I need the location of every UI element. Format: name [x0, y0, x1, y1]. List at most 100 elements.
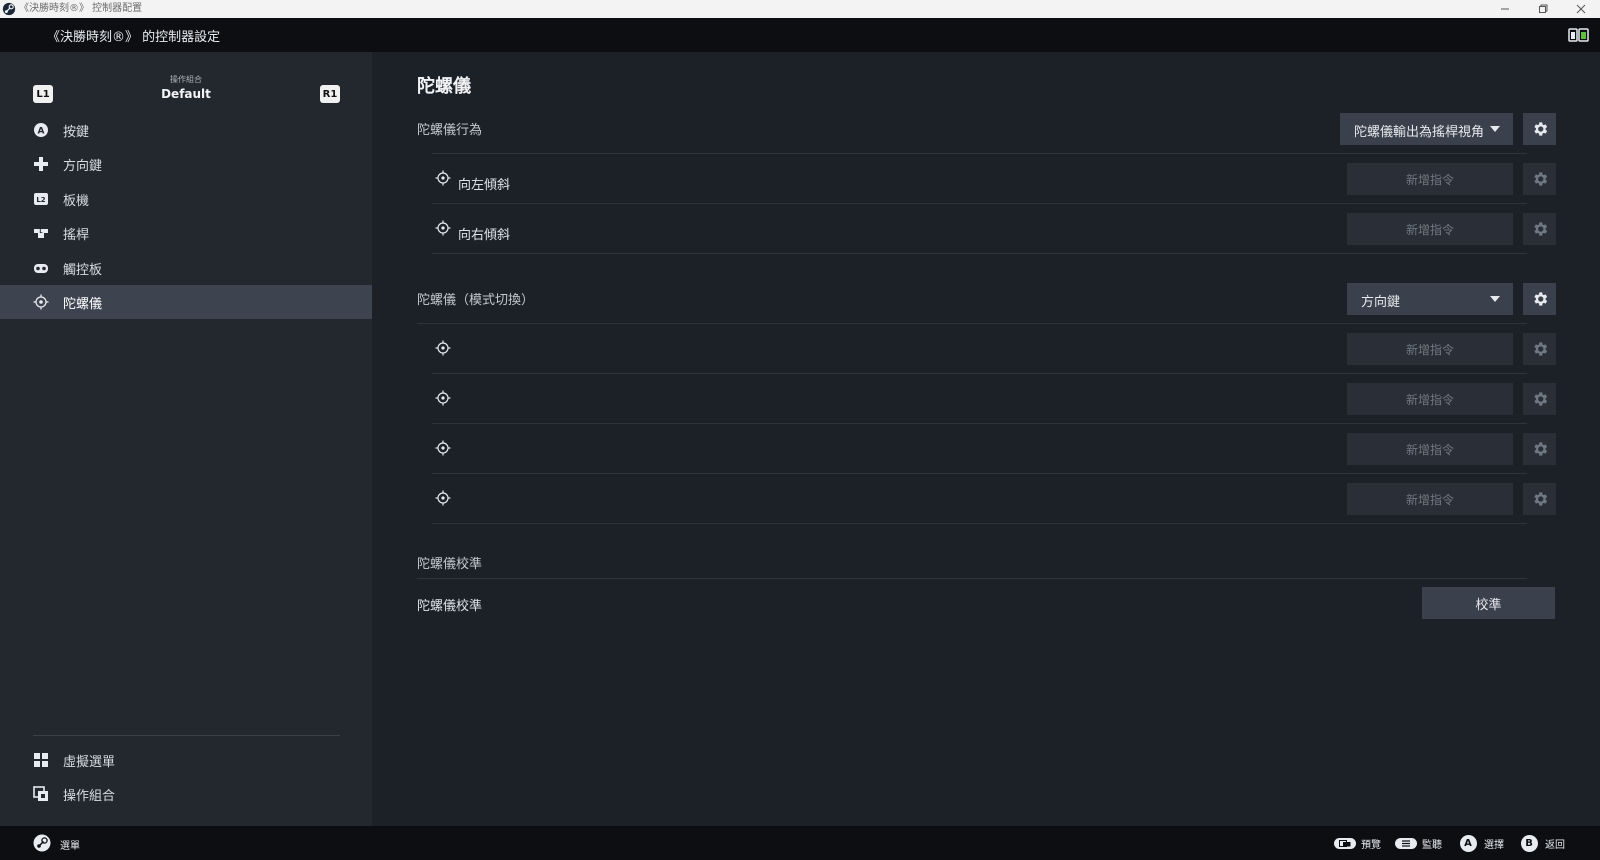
joystick-icon: L [33, 225, 49, 241]
row-settings-button[interactable] [1523, 383, 1556, 415]
gyro-mode-shift-label: 陀螺儀（模式切換） [417, 293, 535, 308]
sidebar-item-trackpads[interactable]: 觸控板 [0, 251, 372, 285]
menu-button-icon [1395, 837, 1417, 849]
sidebar-item-dpad[interactable]: 方向鍵 [0, 147, 372, 181]
page-title: 陀螺儀 [417, 76, 471, 97]
b-button-icon: B [1520, 834, 1538, 852]
gyro-icon [33, 294, 49, 310]
action-set-name[interactable]: Default [140, 87, 232, 101]
gyro-behavior-dropdown[interactable]: 陀螺儀輸出為搖桿視角 [1340, 113, 1513, 145]
hint-label: 返回 [1545, 839, 1565, 851]
gyro-icon [435, 170, 451, 186]
menu-label: 選單 [60, 841, 80, 852]
close-icon [1576, 4, 1586, 14]
hint-select[interactable]: A 選擇 [1456, 834, 1504, 852]
svg-text:A: A [38, 127, 45, 137]
sidebar-item-label: 方向鍵 [63, 158, 103, 174]
row-settings-button[interactable] [1523, 433, 1556, 465]
hint-label: 預覽 [1361, 839, 1381, 851]
add-command-button[interactable]: 新增指令 [1347, 383, 1513, 415]
window-title-bar: 《決勝時刻®》 控制器配置 [0, 0, 1600, 18]
grid-menu-icon [33, 752, 49, 768]
add-command-button[interactable]: 新增指令 [1347, 483, 1513, 515]
sidebar-divider [33, 735, 340, 736]
restore-button[interactable] [1524, 0, 1562, 18]
sidebar-item-label: 板機 [63, 193, 90, 209]
sidebar-item-buttons[interactable]: A 按鍵 [0, 113, 372, 147]
row-settings-button[interactable] [1523, 163, 1556, 195]
gyro-icon [435, 440, 451, 456]
hint-back[interactable]: B 返回 [1517, 834, 1565, 852]
sidebar-item-gyro[interactable]: 陀螺儀 [0, 285, 372, 319]
gyro-mode-shift-settings-button[interactable] [1523, 283, 1556, 315]
minimize-icon [1501, 8, 1509, 10]
chevron-down-icon [1490, 296, 1500, 302]
action-set-label: 操作組合 [170, 75, 202, 84]
hint-preview[interactable]: 預覽 [1333, 834, 1381, 852]
divider [432, 253, 1527, 254]
divider [417, 578, 1527, 579]
sidebar-item-triggers[interactable]: L2 板機 [0, 182, 372, 216]
hint-label: 選擇 [1484, 839, 1504, 851]
l2-trigger-icon: L2 [33, 191, 49, 207]
divider [432, 523, 1527, 524]
row-settings-button[interactable] [1523, 483, 1556, 515]
sidebar-item-label: 觸控板 [63, 262, 103, 278]
sidebar-item-label: 搖桿 [63, 227, 90, 243]
gear-icon [1533, 342, 1547, 356]
gear-icon [1533, 392, 1547, 406]
gyro-icon [435, 390, 451, 406]
bumper-l1-button[interactable]: L1 [33, 85, 53, 103]
gear-icon [1533, 122, 1547, 136]
gyro-behavior-label: 陀螺儀行為 [417, 123, 483, 138]
sidebar: L1 操作組合 Default R1 A 按鍵 方向鍵 L2 板機 L 搖桿 觸… [0, 52, 372, 826]
steam-logo-icon [2, 2, 16, 16]
controller-battery-icon [1568, 28, 1589, 42]
svg-text:L2: L2 [36, 196, 45, 204]
steam-logo-icon[interactable] [33, 834, 51, 852]
gyro-behavior-settings-button[interactable] [1523, 113, 1556, 145]
gyro-mode-shift-dropdown[interactable]: 方向鍵 [1347, 283, 1513, 315]
sidebar-item-action-sets[interactable]: 操作組合 [0, 777, 372, 811]
row-label: 向左傾斜 [458, 178, 511, 193]
gyro-icon [435, 490, 451, 506]
gyro-icon [435, 340, 451, 356]
main-panel: 陀螺儀 陀螺儀行為 陀螺儀輸出為搖桿視角 向左傾斜 新增指令 向右傾斜 新增指令… [372, 52, 1600, 826]
sidebar-item-label: 虛擬選單 [63, 754, 116, 770]
app-header: 《決勝時刻®》 的控制器設定 [0, 18, 1600, 52]
a-button-icon: A [33, 122, 49, 138]
gear-icon [1533, 222, 1547, 236]
sidebar-item-label: 按鍵 [63, 124, 90, 140]
row-label: 向右傾斜 [458, 228, 511, 243]
footer-bar: 選單 預覽 監聽 A 選擇 B 返回 [0, 826, 1600, 860]
gear-icon [1533, 292, 1547, 306]
gyro-calibration-row-label: 陀螺儀校準 [417, 599, 483, 614]
gear-icon [1533, 492, 1547, 506]
row-settings-button[interactable] [1523, 213, 1556, 245]
add-command-button[interactable]: 新增指令 [1347, 433, 1513, 465]
gear-icon [1533, 172, 1547, 186]
close-button[interactable] [1562, 0, 1600, 18]
sidebar-item-joysticks[interactable]: L 搖桿 [0, 216, 372, 250]
add-command-button[interactable]: 新增指令 [1347, 333, 1513, 365]
chevron-down-icon [1490, 126, 1500, 132]
action-sets-icon [33, 786, 49, 802]
a-button-icon: A [1459, 834, 1477, 852]
gyro-icon [435, 220, 451, 236]
row-settings-button[interactable] [1523, 333, 1556, 365]
trackpad-icon [33, 260, 49, 276]
add-command-button[interactable]: 新增指令 [1347, 213, 1513, 245]
hint-listen[interactable]: 監聽 [1394, 834, 1442, 852]
add-command-button[interactable]: 新增指令 [1347, 163, 1513, 195]
gyro-calibration-section-label: 陀螺儀校準 [417, 557, 483, 572]
sidebar-item-label: 操作組合 [63, 788, 116, 804]
dpad-icon [33, 156, 49, 172]
page-header-title: 《決勝時刻®》 的控制器設定 [47, 29, 221, 45]
calibrate-button[interactable]: 校準 [1422, 587, 1555, 619]
window-title: 《決勝時刻®》 控制器配置 [19, 3, 143, 14]
sidebar-item-virtual-menus[interactable]: 虛擬選單 [0, 743, 372, 777]
minimize-button[interactable] [1486, 0, 1524, 18]
bumper-r1-button[interactable]: R1 [320, 85, 340, 103]
view-button-icon [1334, 837, 1356, 849]
hint-label: 監聽 [1422, 839, 1442, 851]
